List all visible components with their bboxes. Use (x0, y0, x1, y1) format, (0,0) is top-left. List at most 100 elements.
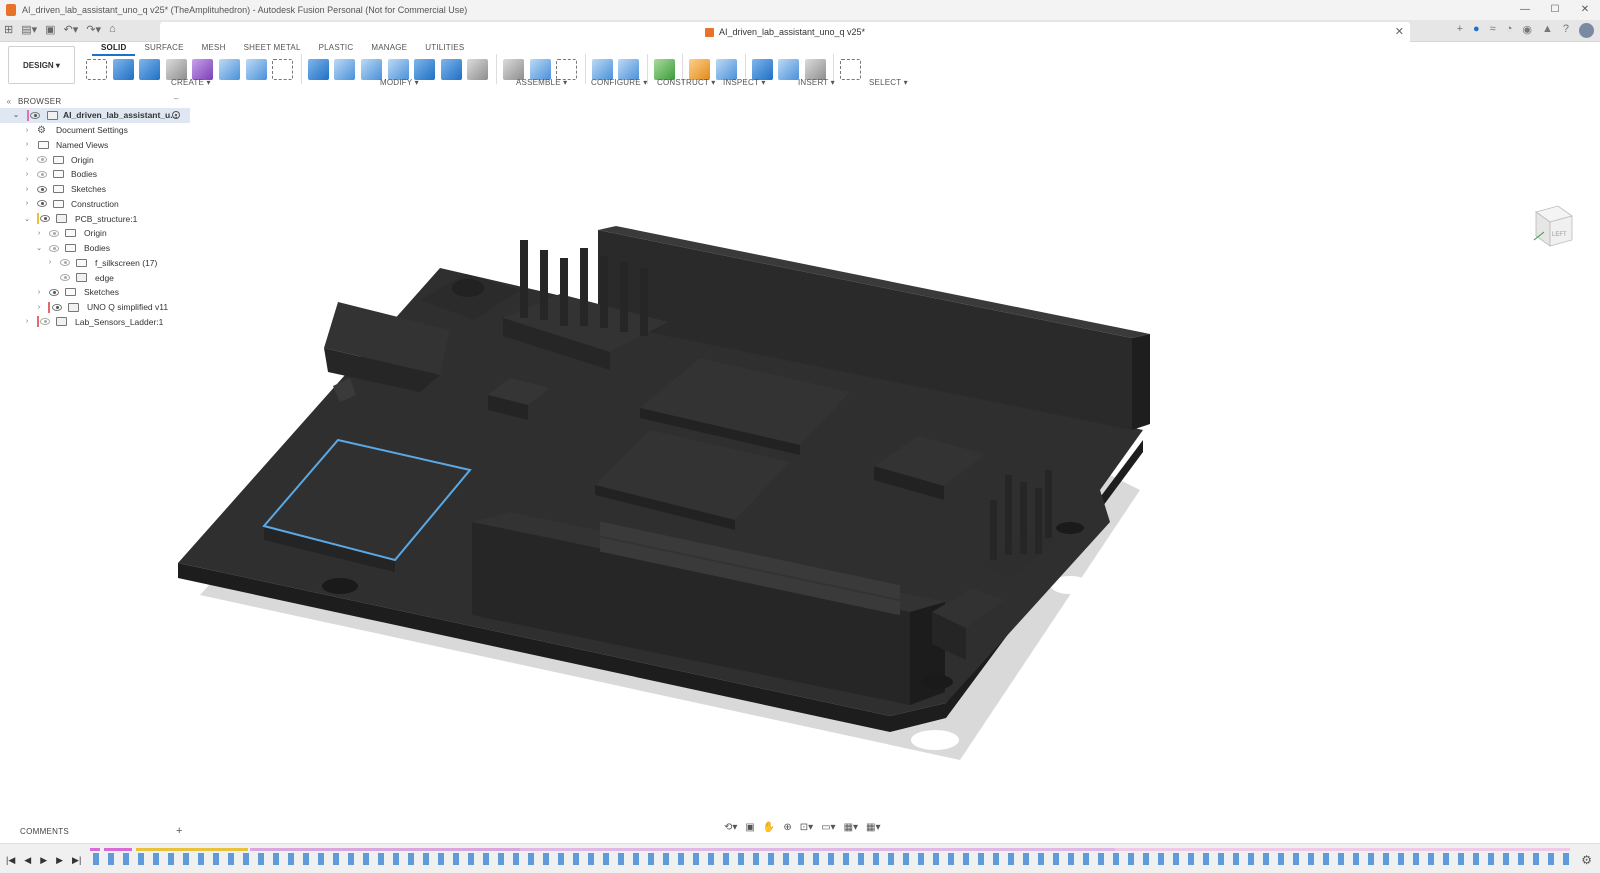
visibility-eye-icon[interactable] (37, 200, 47, 208)
save-icon[interactable]: ▣ (45, 23, 55, 36)
chamfer-icon[interactable] (360, 58, 382, 80)
visibility-eye-icon[interactable] (49, 229, 59, 237)
data-panel-icon[interactable]: ◉ (1522, 23, 1532, 38)
configure-icon[interactable] (591, 58, 613, 80)
tree-item-pcb-sketches[interactable]: › Sketches (0, 285, 190, 300)
chevron-right-icon[interactable]: › (23, 171, 31, 178)
construct-menu[interactable]: CONSTRUCT ▾ (657, 78, 716, 87)
create-sketch-icon[interactable] (86, 58, 107, 80)
visibility-eye-icon[interactable] (49, 288, 59, 296)
activate-radio-icon[interactable] (172, 111, 180, 120)
minimize-button[interactable]: — (1510, 0, 1540, 20)
look-at-icon[interactable]: ▣ (745, 822, 754, 833)
press-pull-icon[interactable] (307, 58, 329, 80)
new-component-icon[interactable] (502, 58, 524, 80)
tree-item-lab-sensors[interactable]: › Lab_Sensors_Ladder:1 (0, 315, 190, 330)
tree-item-uno-q[interactable]: › UNO Q simplified v11 (0, 300, 190, 315)
configure-menu[interactable]: CONFIGURE ▾ (591, 78, 647, 87)
online-status-icon[interactable]: ◔ (1506, 23, 1513, 38)
fillet-icon[interactable] (334, 58, 356, 80)
chevron-down-icon[interactable]: ⌄ (35, 244, 43, 252)
add-comment-icon[interactable]: + (176, 824, 183, 838)
insert-derive-icon[interactable] (751, 58, 773, 80)
inspect-menu[interactable]: INSPECT ▾ (723, 78, 766, 87)
offset-plane-icon[interactable] (653, 58, 675, 80)
select-menu[interactable]: SELECT ▾ (869, 78, 908, 87)
grid-settings-icon[interactable]: ▦▾ (844, 822, 858, 833)
grid-menu-icon[interactable]: ⊞ (4, 23, 13, 36)
file-menu-icon[interactable]: ▤▾ (21, 23, 37, 36)
chevron-down-icon[interactable]: ⌄ (23, 215, 31, 223)
pan-icon[interactable]: ✋ (763, 822, 775, 833)
go-to-start-icon[interactable]: |◀ (6, 855, 15, 866)
tab-utilities[interactable]: UTILITIES (416, 42, 473, 56)
tab-sheet-metal[interactable]: SHEET METAL (235, 42, 310, 56)
chevron-right-icon[interactable]: › (35, 230, 43, 237)
visibility-eye-icon[interactable] (37, 170, 47, 178)
visibility-eye-icon[interactable] (37, 185, 47, 193)
comments-panel[interactable]: COMMENTS + (0, 824, 190, 838)
chevron-right-icon[interactable]: › (23, 186, 31, 193)
loft-icon[interactable] (218, 58, 240, 80)
visibility-eye-icon[interactable] (40, 318, 50, 326)
joint-icon[interactable] (529, 58, 551, 80)
tab-mesh[interactable]: MESH (193, 42, 235, 56)
document-tab[interactable]: AI_driven_lab_assistant_uno_q v25* ✕ (160, 22, 1410, 42)
undo-icon[interactable]: ↶▾ (64, 23, 79, 36)
chevron-down-icon[interactable]: ⌄ (12, 111, 20, 119)
tree-item-edge[interactable]: edge (0, 270, 190, 285)
modify-menu[interactable]: MODIFY ▾ (380, 78, 419, 87)
help-icon[interactable]: ? (1563, 23, 1569, 38)
visibility-eye-icon[interactable] (49, 244, 59, 252)
chevron-right-icon[interactable]: › (35, 289, 43, 296)
hole-icon[interactable] (165, 58, 187, 80)
tab-plastic[interactable]: PLASTIC (310, 42, 363, 56)
pattern-icon[interactable] (245, 58, 267, 80)
home-icon[interactable]: ⌂ (109, 23, 116, 36)
create-menu[interactable]: CREATE ▾ (171, 78, 211, 87)
section-analysis-icon[interactable] (716, 58, 738, 80)
play-icon[interactable]: ▶ (40, 855, 47, 866)
close-tab-icon[interactable]: ✕ (1395, 25, 1404, 38)
visibility-eye-icon[interactable] (52, 303, 62, 311)
assemble-menu[interactable]: ASSEMBLE ▾ (516, 78, 567, 87)
configure-table-icon[interactable] (618, 58, 640, 80)
close-window-button[interactable]: ✕ (1570, 0, 1600, 20)
view-cube[interactable]: LEFT (1530, 202, 1574, 248)
measure-icon[interactable] (689, 58, 711, 80)
zoom-icon[interactable]: ⊕ (783, 822, 791, 833)
visibility-eye-icon[interactable] (60, 259, 70, 267)
visibility-eye-icon[interactable] (30, 111, 40, 119)
offset-face-icon[interactable] (440, 58, 462, 80)
job-status-icon[interactable]: ≈ (1490, 23, 1496, 38)
tree-item-pcb-origin[interactable]: › Origin (0, 226, 190, 241)
maximize-button[interactable]: ☐ (1540, 0, 1570, 20)
viewports-icon[interactable]: ▦▾ (866, 822, 880, 833)
tree-item-pcb-bodies[interactable]: ⌄ Bodies (0, 241, 190, 256)
chevron-right-icon[interactable]: › (46, 259, 54, 266)
insert-menu[interactable]: INSERT ▾ (798, 78, 835, 87)
display-settings-icon[interactable]: ▭▾ (821, 822, 835, 833)
chevron-right-icon[interactable]: › (23, 127, 31, 134)
chevron-right-icon[interactable]: › (35, 304, 43, 311)
tab-surface[interactable]: SURFACE (135, 42, 192, 56)
minimize-browser-icon[interactable]: – (174, 94, 179, 103)
tree-item-named-views[interactable]: › Named Views (0, 138, 190, 153)
redo-icon[interactable]: ↷▾ (86, 23, 101, 36)
shell-icon[interactable] (387, 58, 409, 80)
new-tab-icon[interactable]: + (1457, 23, 1463, 38)
tree-item-silkscreen[interactable]: › f_silkscreen (17) (0, 256, 190, 271)
combine-icon[interactable] (414, 58, 436, 80)
chevron-right-icon[interactable]: › (23, 318, 31, 325)
revolve-icon[interactable] (139, 58, 161, 80)
go-to-end-icon[interactable]: ▶| (72, 855, 81, 866)
tree-item-document-settings[interactable]: › ⚙ Document Settings (0, 123, 190, 138)
3d-viewport[interactable]: LEFT (0, 94, 1600, 814)
tree-item-pcb-structure[interactable]: ⌄ PCB_structure:1 (0, 211, 190, 226)
timeline-features[interactable] (90, 853, 1570, 865)
tree-item-origin[interactable]: › Origin (0, 152, 190, 167)
notifications-icon[interactable]: ▲ (1542, 23, 1553, 38)
chevron-right-icon[interactable]: › (23, 200, 31, 207)
step-back-icon[interactable]: ◀ (24, 855, 31, 866)
mirror-icon[interactable] (272, 58, 294, 80)
